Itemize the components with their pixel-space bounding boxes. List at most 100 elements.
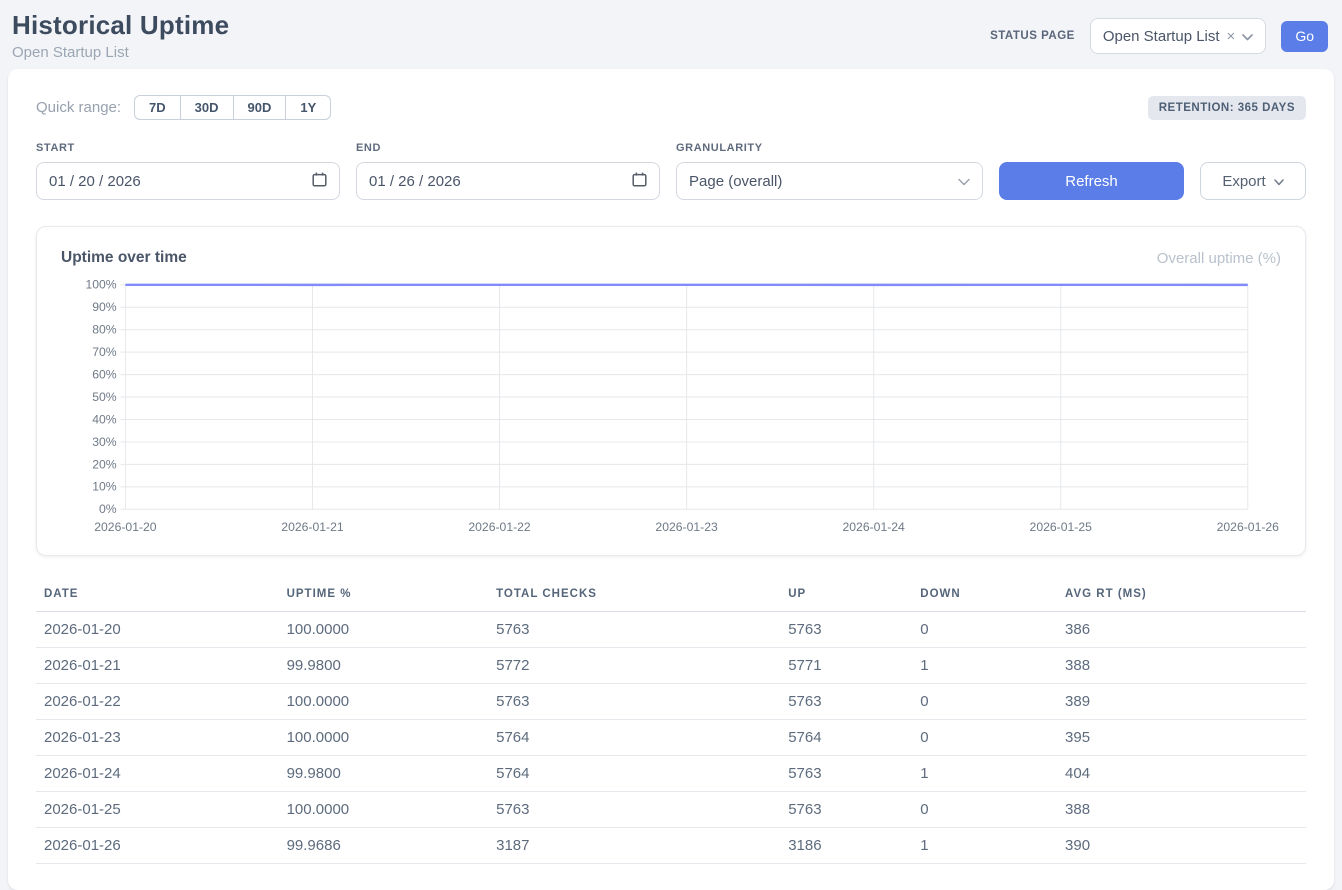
table-row: 2026-01-2199.9800577257711388 bbox=[36, 647, 1306, 683]
svg-text:2026-01-21: 2026-01-21 bbox=[281, 520, 344, 534]
table-cell: 2026-01-22 bbox=[36, 683, 279, 719]
table-cell: 2026-01-25 bbox=[36, 791, 279, 827]
table-cell: 5763 bbox=[780, 683, 912, 719]
svg-text:2026-01-24: 2026-01-24 bbox=[843, 520, 906, 534]
export-button-label: Export bbox=[1222, 173, 1265, 190]
status-page-select[interactable]: Open Startup List × bbox=[1090, 18, 1267, 54]
page-header: Historical Uptime Open Startup List STAT… bbox=[0, 0, 1342, 69]
table-cell: 5763 bbox=[488, 611, 780, 647]
table-cell: 388 bbox=[1057, 791, 1306, 827]
table-cell: 389 bbox=[1057, 683, 1306, 719]
quick-range-button-7d[interactable]: 7D bbox=[134, 95, 181, 120]
table-wrap: DATEUPTIME %TOTAL CHECKSUPDOWNAVG RT (MS… bbox=[36, 578, 1306, 864]
end-date-input[interactable]: 01 / 26 / 2026 bbox=[356, 162, 660, 200]
chevron-down-icon bbox=[958, 173, 970, 190]
uptime-table-body: 2026-01-20100.00005763576303862026-01-21… bbox=[36, 611, 1306, 863]
svg-text:2026-01-25: 2026-01-25 bbox=[1030, 520, 1093, 534]
svg-text:2026-01-22: 2026-01-22 bbox=[468, 520, 531, 534]
table-cell: 386 bbox=[1057, 611, 1306, 647]
quick-range-button-90d[interactable]: 90D bbox=[233, 95, 287, 120]
uptime-chart: 0%10%20%30%40%50%60%70%80%90%100%2026-01… bbox=[61, 277, 1281, 541]
clear-icon[interactable]: × bbox=[1227, 29, 1236, 44]
quick-range-button-30d[interactable]: 30D bbox=[180, 95, 234, 120]
calendar-icon[interactable] bbox=[312, 172, 327, 191]
svg-text:0%: 0% bbox=[99, 502, 117, 516]
chevron-down-icon bbox=[1242, 28, 1253, 45]
table-cell: 2026-01-24 bbox=[36, 755, 279, 791]
column-header: TOTAL CHECKS bbox=[488, 578, 780, 612]
table-cell: 1 bbox=[912, 647, 1057, 683]
start-date-field: START 01 / 20 / 2026 bbox=[36, 142, 340, 200]
table-cell: 395 bbox=[1057, 719, 1306, 755]
svg-text:70%: 70% bbox=[92, 345, 117, 359]
end-date-value: 01 / 26 / 2026 bbox=[369, 173, 461, 190]
table-cell: 388 bbox=[1057, 647, 1306, 683]
refresh-button[interactable]: Refresh bbox=[999, 162, 1184, 200]
table-cell: 99.9800 bbox=[279, 647, 489, 683]
table-row: 2026-01-25100.0000576357630388 bbox=[36, 791, 1306, 827]
svg-text:60%: 60% bbox=[92, 368, 117, 382]
table-cell: 5763 bbox=[488, 683, 780, 719]
svg-text:2026-01-26: 2026-01-26 bbox=[1217, 520, 1280, 534]
quick-range-label: Quick range: bbox=[36, 99, 121, 116]
table-cell: 3187 bbox=[488, 827, 780, 863]
table-cell: 99.9686 bbox=[279, 827, 489, 863]
start-date-input[interactable]: 01 / 20 / 2026 bbox=[36, 162, 340, 200]
quick-range-group: 7D30D90D1Y bbox=[134, 95, 331, 120]
start-date-label: START bbox=[36, 142, 340, 154]
column-header: DOWN bbox=[912, 578, 1057, 612]
table-cell: 5764 bbox=[488, 755, 780, 791]
table-cell: 5764 bbox=[780, 719, 912, 755]
table-row: 2026-01-2699.9686318731861390 bbox=[36, 827, 1306, 863]
go-button[interactable]: Go bbox=[1281, 21, 1328, 52]
svg-text:2026-01-20: 2026-01-20 bbox=[94, 520, 157, 534]
table-cell: 100.0000 bbox=[279, 719, 489, 755]
table-cell: 0 bbox=[912, 719, 1057, 755]
column-header: AVG RT (MS) bbox=[1057, 578, 1306, 612]
calendar-icon[interactable] bbox=[632, 172, 647, 191]
table-cell: 100.0000 bbox=[279, 683, 489, 719]
table-cell: 3186 bbox=[780, 827, 912, 863]
svg-text:20%: 20% bbox=[92, 457, 117, 471]
svg-text:2026-01-23: 2026-01-23 bbox=[655, 520, 718, 534]
table-cell: 0 bbox=[912, 683, 1057, 719]
end-date-field: END 01 / 26 / 2026 bbox=[356, 142, 660, 200]
table-cell: 100.0000 bbox=[279, 791, 489, 827]
table-cell: 2026-01-20 bbox=[36, 611, 279, 647]
table-row: 2026-01-22100.0000576357630389 bbox=[36, 683, 1306, 719]
quick-range-button-1y[interactable]: 1Y bbox=[285, 95, 331, 120]
svg-text:10%: 10% bbox=[92, 480, 117, 494]
table-cell: 2026-01-26 bbox=[36, 827, 279, 863]
table-cell: 5772 bbox=[488, 647, 780, 683]
table-cell: 5771 bbox=[780, 647, 912, 683]
granularity-value: Page (overall) bbox=[689, 173, 782, 190]
status-page-selected-value: Open Startup List bbox=[1103, 28, 1220, 45]
chart-legend: Overall uptime (%) bbox=[1157, 250, 1281, 267]
table-cell: 2026-01-21 bbox=[36, 647, 279, 683]
table-cell: 5763 bbox=[780, 755, 912, 791]
table-header-row: DATEUPTIME %TOTAL CHECKSUPDOWNAVG RT (MS… bbox=[36, 578, 1306, 612]
svg-text:100%: 100% bbox=[85, 278, 116, 292]
column-header: UP bbox=[780, 578, 912, 612]
table-cell: 0 bbox=[912, 611, 1057, 647]
toolbar-top: Quick range: 7D30D90D1Y RETENTION: 365 D… bbox=[36, 95, 1306, 120]
granularity-label: GRANULARITY bbox=[676, 142, 983, 154]
table-cell: 1 bbox=[912, 755, 1057, 791]
table-cell: 390 bbox=[1057, 827, 1306, 863]
table-row: 2026-01-20100.0000576357630386 bbox=[36, 611, 1306, 647]
header-controls: STATUS PAGE Open Startup List × Go bbox=[990, 18, 1328, 54]
page-subtitle: Open Startup List bbox=[12, 44, 229, 61]
table-cell: 0 bbox=[912, 791, 1057, 827]
page-title: Historical Uptime bbox=[12, 10, 229, 41]
table-row: 2026-01-2499.9800576457631404 bbox=[36, 755, 1306, 791]
chart-header: Uptime over time Overall uptime (%) bbox=[61, 249, 1281, 267]
end-date-label: END bbox=[356, 142, 660, 154]
column-header: DATE bbox=[36, 578, 279, 612]
granularity-field: GRANULARITY Page (overall) bbox=[676, 142, 983, 200]
column-header: UPTIME % bbox=[279, 578, 489, 612]
table-cell: 5763 bbox=[488, 791, 780, 827]
svg-text:90%: 90% bbox=[92, 300, 117, 314]
granularity-select[interactable]: Page (overall) bbox=[676, 162, 983, 200]
export-button[interactable]: Export bbox=[1200, 162, 1306, 200]
retention-badge: RETENTION: 365 DAYS bbox=[1148, 96, 1306, 120]
